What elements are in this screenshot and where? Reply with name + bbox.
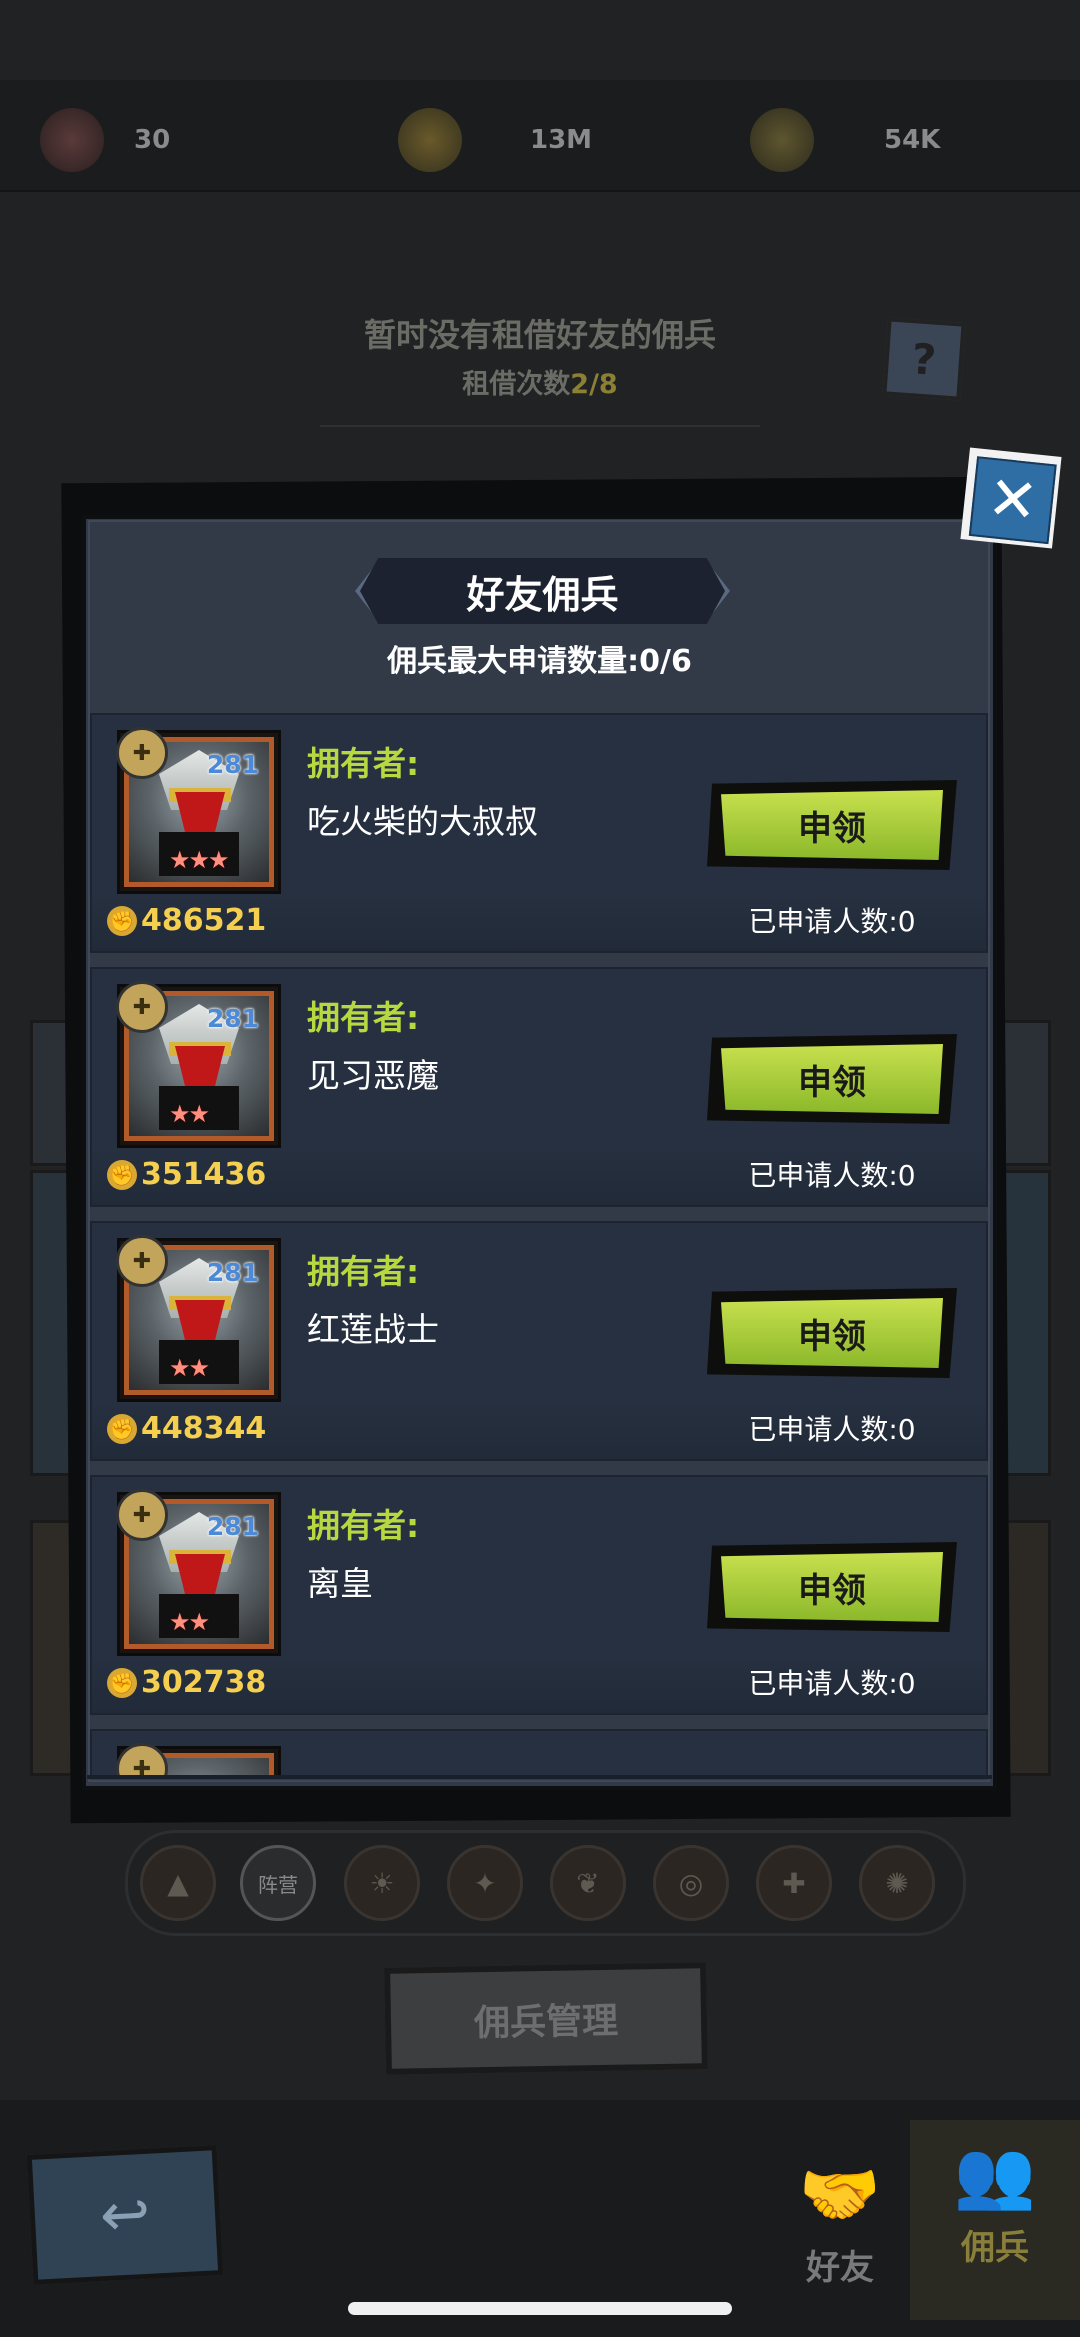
faction-cross-icon: ✚ (116, 981, 168, 1033)
power-value: 448344 (141, 1411, 267, 1446)
hero-portrait[interactable]: 281 ★★ ✚ (116, 1489, 281, 1656)
faction-cross-icon: ✚ (116, 1743, 168, 1775)
apply-button[interactable]: 申领 (707, 1542, 957, 1632)
apply-button-label: 申领 (721, 1552, 943, 1622)
list-item: 281 ★★ ✚ ✊ 351436 拥有者: 见习恶魔 申领 已申请人数:0 (90, 967, 988, 1207)
hero-card-peek (1000, 1020, 1051, 1166)
faction-cross-icon: ✚ (116, 1235, 168, 1287)
owner-name: 离皇 (307, 1564, 373, 1603)
applicant-count: 已申请人数:0 (748, 1413, 916, 1446)
applicant-count: 已申请人数:0 (748, 1667, 916, 1700)
group-icon: 👥 (953, 2136, 1037, 2213)
hero-level: 281 (206, 750, 259, 779)
help-button[interactable]: ? (882, 317, 966, 401)
mercenary-manage-button[interactable]: 佣兵管理 (384, 1962, 708, 2075)
power-value: 302738 (141, 1665, 267, 1700)
star-rating: ★★ (169, 1608, 210, 1636)
apply-button-label: 申领 (721, 1298, 943, 1368)
star-rating: ★★ (169, 1100, 210, 1128)
star-rating: ★★ (169, 1354, 210, 1382)
back-arrow-icon: ↩ (98, 2178, 152, 2252)
owner-name: 见习恶魔 (307, 1056, 439, 1095)
owner-label: 拥有者: (307, 998, 420, 1037)
home-indicator[interactable] (348, 2302, 732, 2315)
owner-label: 拥有者: (307, 1252, 420, 1291)
list-item: ✚ (90, 1729, 988, 1775)
handshake-icon: 🤝 (798, 2156, 882, 2233)
mercenary-list[interactable]: 281 ★★★ ✚ ✊ 486521 拥有者: 吃火柴的大叔叔 申领 已申请人数… (87, 705, 992, 1775)
power-icon: ✊ (107, 1413, 137, 1444)
void-faction-icon[interactable]: ✺ (859, 1845, 935, 1921)
stamina-resource: 30 (40, 100, 170, 180)
apply-button-label: 申领 (721, 790, 943, 860)
list-bottom-edge (87, 1775, 992, 1779)
holy-faction-icon[interactable]: ✚ (756, 1845, 832, 1921)
power-value: 351436 (141, 1157, 267, 1192)
faction-cross-icon: ✚ (116, 1489, 168, 1541)
tab-mercenaries-label: 佣兵 (961, 2228, 1029, 2268)
apply-button-label: 申领 (721, 1044, 943, 1114)
tab-friends-label: 好友 (806, 2248, 874, 2288)
tab-mercenaries[interactable]: 👥 佣兵 (910, 2120, 1080, 2320)
divider (320, 425, 760, 427)
power-icon: ✊ (107, 1667, 137, 1698)
coin-value: 13M (530, 125, 593, 155)
dialog-title: 好友佣兵 (466, 572, 619, 617)
power-value: 486521 (141, 903, 267, 938)
list-item: 281 ★★ ✚ ✊ 302738 拥有者: 离皇 申领 已申请人数:0 (90, 1475, 988, 1715)
trophy-value: 54K (884, 125, 941, 155)
faction-cross-icon: ✚ (116, 727, 168, 779)
close-icon: ✕ (968, 456, 1057, 545)
apply-button[interactable]: 申领 (707, 1288, 957, 1378)
close-button[interactable]: ✕ (960, 447, 1062, 549)
hero-level: 281 (206, 1258, 259, 1287)
gold-trophy-icon (750, 108, 814, 172)
water-faction-icon[interactable]: ◎ (653, 1845, 729, 1921)
power-icon: ✊ (107, 905, 137, 936)
camp-filter-button[interactable]: 阵营 (240, 1845, 316, 1921)
combat-power: ✊ 448344 (107, 1411, 266, 1446)
list-item: 281 ★★★ ✚ ✊ 486521 拥有者: 吃火柴的大叔叔 申领 已申请人数… (90, 713, 988, 953)
arrow-up-icon[interactable]: ▲ (140, 1845, 216, 1921)
heart-stamina-icon (40, 108, 104, 172)
mercenary-manage-label: 佣兵管理 (473, 2000, 619, 2044)
hero-level: 281 (206, 1004, 259, 1033)
apply-button[interactable]: 申领 (707, 1034, 957, 1124)
power-icon: ✊ (107, 1159, 137, 1190)
coin-resource: 13M (398, 100, 592, 180)
combat-power: ✊ 302738 (107, 1665, 266, 1700)
camp-filter-label: 阵营 (258, 1872, 298, 1897)
trophy-resource: 54K (750, 100, 940, 180)
flame-faction-icon[interactable]: ✦ (447, 1845, 523, 1921)
owner-label: 拥有者: (307, 1506, 420, 1545)
star-rating: ★★★ (169, 846, 230, 874)
tab-friends[interactable]: 🤝 好友 (770, 2140, 910, 2290)
apply-button[interactable]: 申领 (707, 780, 957, 870)
hero-portrait[interactable]: ✚ (116, 1743, 281, 1775)
owner-name: 红莲战士 (307, 1310, 439, 1349)
applicant-count: 已申请人数:0 (748, 1159, 916, 1192)
combat-power: ✊ 486521 (107, 903, 266, 938)
hero-portrait[interactable]: 281 ★★★ ✚ (116, 727, 281, 894)
hero-level: 281 (206, 1512, 259, 1541)
hero-portrait[interactable]: 281 ★★ ✚ (116, 981, 281, 1148)
max-apply-count: 佣兵最大申请数量:0/6 (387, 644, 692, 679)
rental-count-value: 2/8 (570, 369, 618, 400)
owner-name: 吃火柴的大叔叔 (307, 802, 538, 841)
hero-portrait[interactable]: 281 ★★ ✚ (116, 1235, 281, 1402)
stamina-value: 30 (134, 125, 171, 155)
owner-label: 拥有者: (307, 744, 420, 783)
rental-count-label: 租借次数 (462, 369, 571, 400)
list-item: 281 ★★ ✚ ✊ 448344 拥有者: 红莲战士 申领 已申请人数:0 (90, 1221, 988, 1461)
combat-power: ✊ 351436 (107, 1157, 266, 1192)
question-icon: ? (910, 333, 938, 385)
applicant-count: 已申请人数:0 (748, 905, 916, 938)
back-button[interactable]: ↩ (26, 2145, 224, 2285)
leaf-faction-icon[interactable]: ❦ (550, 1845, 626, 1921)
sun-faction-icon[interactable]: ☀ (344, 1845, 420, 1921)
coin-icon (398, 108, 462, 172)
